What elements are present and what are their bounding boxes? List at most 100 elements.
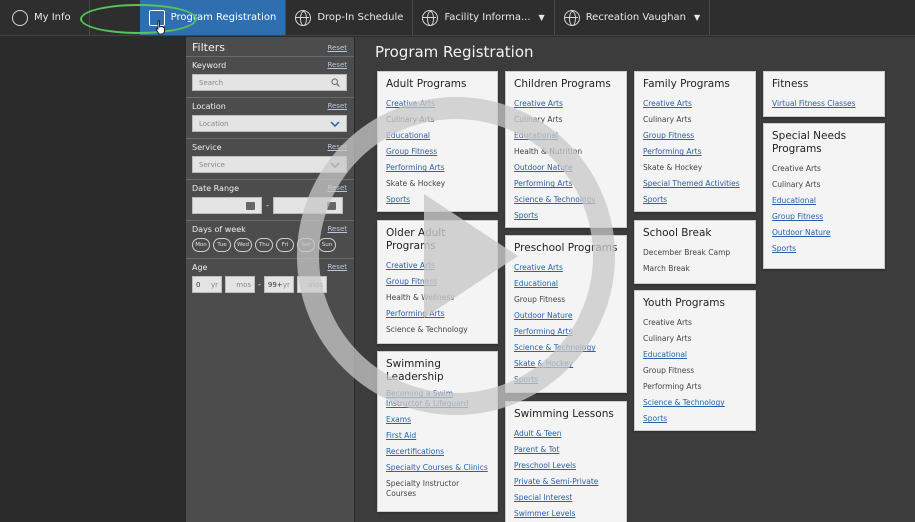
- link-creative-arts[interactable]: Creative Arts: [643, 96, 747, 112]
- day-sat-toggle[interactable]: Sat: [297, 238, 315, 252]
- tab-drop-in-schedule[interactable]: Drop-In Schedule: [286, 0, 414, 35]
- day-thu-toggle[interactable]: Thu: [255, 238, 273, 252]
- tab-my-info[interactable]: My Info: [0, 0, 90, 35]
- item-march-break: March Break: [643, 264, 690, 274]
- link-specialty-courses-clinics[interactable]: Specialty Courses & Clinics: [386, 460, 489, 476]
- card-fitness: Fitness Virtual Fitness Classes: [763, 71, 885, 117]
- link-sports[interactable]: Sports: [514, 208, 618, 224]
- link-skate-hockey[interactable]: Skate & Hockey: [514, 356, 618, 372]
- tab-label: My Info: [34, 12, 71, 23]
- day-wed-toggle[interactable]: Wed: [234, 238, 252, 252]
- chevron-down-icon: [330, 161, 340, 168]
- item-skate-hockey: Skate & Hockey: [386, 179, 446, 189]
- link-science-technology[interactable]: Science & Technology: [643, 395, 747, 411]
- date-range-reset-link[interactable]: Reset: [327, 184, 347, 193]
- caret-down-icon: ▼: [694, 13, 701, 22]
- yr-unit: yr: [210, 280, 218, 289]
- age-from-yr-input[interactable]: 0 yr: [192, 276, 222, 293]
- globe-icon: [563, 9, 580, 26]
- card-title: Youth Programs: [643, 297, 725, 309]
- item-performing-arts: Performing Arts: [643, 382, 702, 392]
- location-label: Location: [192, 102, 226, 111]
- link-first-aid[interactable]: First Aid: [386, 428, 489, 444]
- filters-panel: Filters Reset Keyword Reset Search Locat…: [186, 37, 354, 522]
- link-performing-arts[interactable]: Performing Arts: [386, 306, 489, 322]
- age-to-yr-input[interactable]: 99+ yr: [263, 276, 294, 293]
- link-performing-arts[interactable]: Performing Arts: [386, 160, 489, 176]
- location-select[interactable]: Location: [192, 115, 347, 132]
- day-fri-toggle[interactable]: Fri: [276, 238, 294, 252]
- days-reset-link[interactable]: Reset: [327, 225, 347, 234]
- link-adult-teen[interactable]: Adult & Teen: [514, 426, 618, 442]
- search-placeholder: Search: [199, 78, 224, 87]
- link-sports[interactable]: Sports: [514, 372, 618, 388]
- link-group-fitness[interactable]: Group Fitness: [643, 128, 747, 144]
- link-outdoor-nature[interactable]: Outdoor Nature: [514, 160, 618, 176]
- item-skate-hockey: Skate & Hockey: [643, 163, 703, 173]
- link-performing-arts[interactable]: Performing Arts: [514, 324, 618, 340]
- link-creative-arts[interactable]: Creative Arts: [514, 260, 618, 276]
- link-educational[interactable]: Educational: [514, 276, 618, 292]
- age-to-mos-input[interactable]: mos: [296, 276, 327, 293]
- item-health-wellness: Health & Wellness: [386, 293, 455, 303]
- service-value: Service: [199, 160, 225, 169]
- link-recertifications[interactable]: Recertifications: [386, 444, 489, 460]
- link-virtual-fitness-classes[interactable]: Virtual Fitness Classes: [772, 96, 876, 112]
- start-date-input[interactable]: [192, 197, 262, 214]
- link-becoming-swim-instructor[interactable]: Becoming a Swim Instructor & Lifeguard: [386, 389, 489, 409]
- link-preschool-levels[interactable]: Preschool Levels: [514, 458, 618, 474]
- link-group-fitness[interactable]: Group Fitness: [772, 209, 876, 225]
- age-to-value: 99+: [267, 280, 283, 289]
- location-reset-link[interactable]: Reset: [327, 102, 347, 111]
- card-title: Preschool Programs: [514, 242, 618, 254]
- link-outdoor-nature[interactable]: Outdoor Nature: [772, 225, 876, 241]
- link-science-technology[interactable]: Science & Technology: [514, 192, 618, 208]
- link-sports[interactable]: Sports: [386, 192, 489, 208]
- link-group-fitness[interactable]: Group Fitness: [386, 274, 489, 290]
- service-reset-link[interactable]: Reset: [327, 143, 347, 152]
- link-exams[interactable]: Exams: [386, 412, 489, 428]
- tab-label: Drop-In Schedule: [317, 12, 404, 23]
- keyword-reset-link[interactable]: Reset: [327, 61, 347, 70]
- card-adult-programs: Adult Programs Creative Arts Culinary Ar…: [377, 71, 498, 212]
- link-educational[interactable]: Educational: [514, 128, 618, 144]
- item-science-technology: Science & Technology: [386, 325, 468, 335]
- link-performing-arts[interactable]: Performing Arts: [643, 144, 747, 160]
- yr-unit: yr: [282, 280, 290, 289]
- tab-facility-information[interactable]: Facility Informa... ▼: [413, 0, 555, 35]
- item-group-fitness: Group Fitness: [514, 295, 566, 305]
- service-select[interactable]: Service: [192, 156, 347, 173]
- item-creative-arts: Creative Arts: [772, 164, 821, 174]
- day-mon-toggle[interactable]: Mon: [192, 238, 210, 252]
- link-creative-arts[interactable]: Creative Arts: [514, 96, 618, 112]
- link-swimmer-levels[interactable]: Swimmer Levels: [514, 506, 618, 522]
- link-outdoor-nature[interactable]: Outdoor Nature: [514, 308, 618, 324]
- link-sports[interactable]: Sports: [643, 192, 747, 208]
- link-sports[interactable]: Sports: [643, 411, 747, 427]
- age-from-mos-input[interactable]: mos: [225, 276, 255, 293]
- link-special-themed-activities[interactable]: Special Themed Activities: [643, 176, 747, 192]
- link-special-interest[interactable]: Special Interest: [514, 490, 618, 506]
- link-educational[interactable]: Educational: [772, 193, 876, 209]
- link-creative-arts[interactable]: Creative Arts: [386, 258, 489, 274]
- link-group-fitness[interactable]: Group Fitness: [386, 144, 489, 160]
- reset-all-link[interactable]: Reset: [327, 44, 347, 52]
- day-sun-toggle[interactable]: Sun: [318, 238, 336, 252]
- link-creative-arts[interactable]: Creative Arts: [386, 96, 489, 112]
- day-tue-toggle[interactable]: Tue: [213, 238, 231, 252]
- link-science-technology[interactable]: Science & Technology: [514, 340, 618, 356]
- end-date-input[interactable]: [272, 197, 343, 214]
- link-performing-arts[interactable]: Performing Arts: [514, 176, 618, 192]
- link-educational[interactable]: Educational: [386, 128, 489, 144]
- main-content: Program Registration Adult Programs Crea…: [355, 37, 915, 522]
- tab-recreation-vaughan[interactable]: Recreation Vaughan ▼: [555, 0, 711, 35]
- card-title: Family Programs: [643, 78, 730, 90]
- link-educational[interactable]: Educational: [643, 347, 747, 363]
- item-creative-arts: Creative Arts: [643, 318, 692, 328]
- link-parent-tot[interactable]: Parent & Tot: [514, 442, 618, 458]
- card-school-break: School Break December Break Camp March B…: [634, 220, 756, 284]
- search-input[interactable]: Search: [192, 74, 347, 91]
- age-reset-link[interactable]: Reset: [327, 263, 347, 272]
- link-sports[interactable]: Sports: [772, 241, 876, 257]
- link-private-semi-private[interactable]: Private & Semi-Private: [514, 474, 618, 490]
